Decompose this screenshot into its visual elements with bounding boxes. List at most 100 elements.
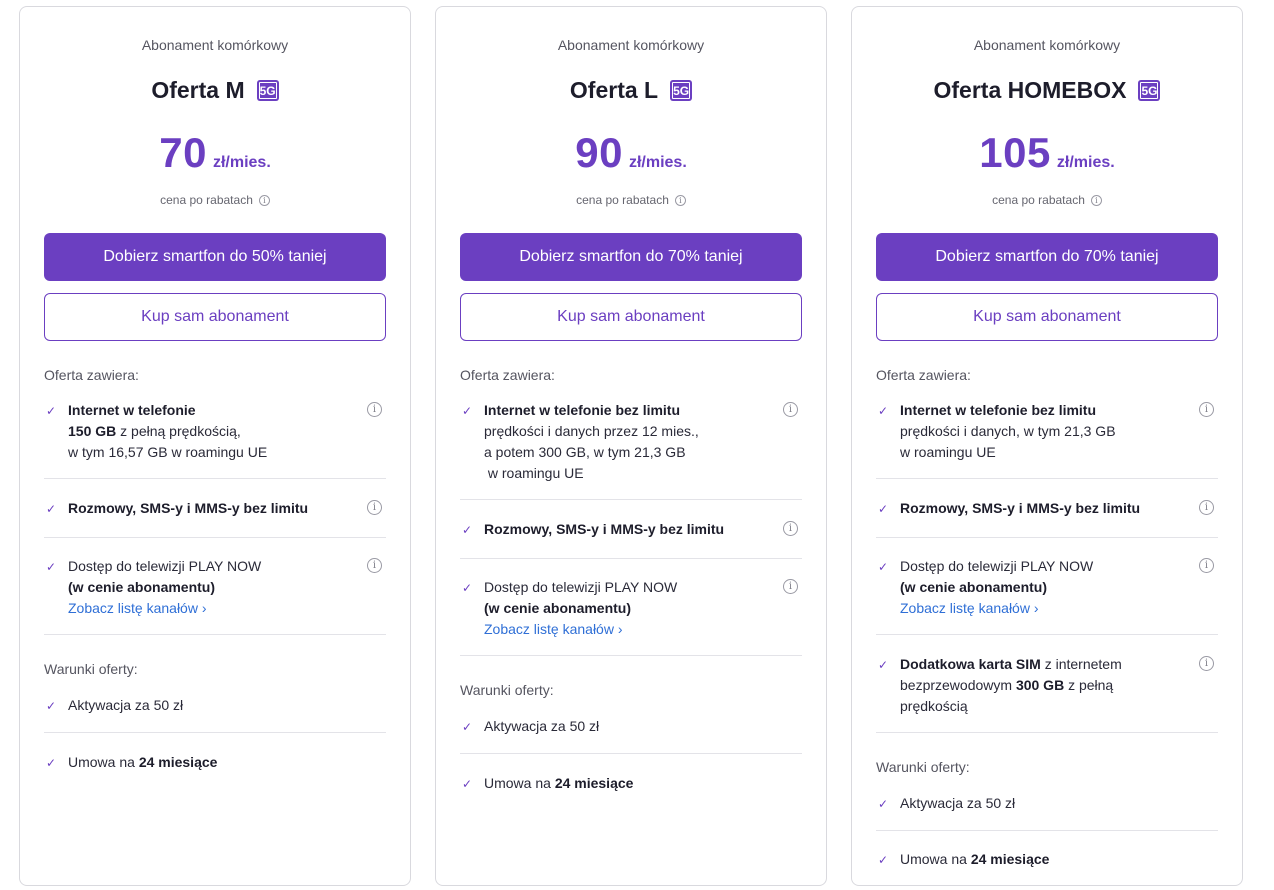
channels-link[interactable]: Zobacz listę kanałów ›: [900, 598, 1188, 619]
chevron-right-icon: ›: [201, 600, 207, 616]
includes-label: Oferta zawiera:: [44, 367, 139, 383]
check-icon: ✓: [462, 720, 473, 734]
feature-tv: ✓ Dostęp do telewizji PLAY NOW (w cenie …: [460, 577, 802, 640]
feature-internet-line3: a potem 300 GB, w tym 21,3 GB: [484, 444, 686, 460]
buy-plan-only-button[interactable]: Kup sam abonament: [460, 293, 802, 341]
check-icon: ✓: [46, 756, 57, 770]
feature-tv-title: Dostęp do telewizji PLAY NOW: [900, 558, 1094, 574]
info-icon[interactable]: i: [367, 558, 382, 573]
feature-calls: ✓ Rozmowy, SMS-y i MMS-y bez limitu i: [460, 519, 802, 540]
divider: [876, 830, 1218, 831]
feature-sim-data: 300 GB: [1015, 677, 1065, 693]
term-contract: ✓ Umowa na 24 miesiące: [44, 752, 386, 773]
offer-card-l: Abonament komórkowy Oferta L 5G 90 zł/mi…: [435, 6, 827, 886]
chevron-right-icon: ›: [1033, 600, 1039, 616]
buy-plan-only-button[interactable]: Kup sam abonament: [44, 293, 386, 341]
feature-internet-title: Internet w telefonie bez limitu: [484, 402, 681, 418]
price-unit: zł/mies.: [1056, 154, 1115, 171]
feature-sim-title: Dodatkowa karta SIM: [900, 656, 1041, 672]
info-icon[interactable]: i: [1199, 402, 1214, 417]
channels-link[interactable]: Zobacz listę kanałów ›: [484, 619, 772, 640]
offers-container: Abonament komórkowy Oferta M 5G 70 zł/mi…: [0, 0, 1274, 890]
feature-tv-included: (w cenie abonamentu): [900, 579, 1048, 595]
feature-extra-sim: ✓ Dodatkowa karta SIM z internetem bezpr…: [876, 654, 1218, 717]
offer-subtitle: Abonament komórkowy: [557, 37, 705, 53]
term-contract: ✓ Umowa na 24 miesiące: [876, 849, 1218, 870]
contract-duration: 24 miesiące: [138, 754, 218, 770]
info-icon[interactable]: i: [674, 194, 686, 206]
price-unit: zł/mies.: [628, 154, 687, 171]
check-icon: ✓: [46, 699, 57, 713]
feature-internet: ✓ Internet w telefonie 150 GB z pełną pr…: [44, 400, 386, 463]
check-icon: ✓: [878, 853, 889, 867]
check-icon: ✓: [46, 560, 57, 574]
feature-calls-text: Rozmowy, SMS-y i MMS-y bez limitu: [68, 500, 309, 516]
price-note-text: cena po rabatach: [160, 193, 253, 207]
check-icon: ✓: [462, 404, 473, 418]
price-value: 70: [159, 129, 207, 176]
feature-calls-text: Rozmowy, SMS-y i MMS-y bez limitu: [484, 521, 725, 537]
info-icon[interactable]: i: [1090, 194, 1102, 206]
price-row: 90 zł/mies.: [460, 129, 802, 177]
info-icon[interactable]: i: [783, 402, 798, 417]
divider: [460, 655, 802, 656]
channels-link[interactable]: Zobacz listę kanałów ›: [68, 598, 356, 619]
feature-internet-title: Internet w telefonie bez limitu: [900, 402, 1097, 418]
feature-tv-title: Dostęp do telewizji PLAY NOW: [484, 579, 678, 595]
feature-internet-roaming: w tym 16,57 GB w roamingu UE: [68, 444, 268, 460]
includes-label: Oferta zawiera:: [876, 367, 971, 383]
price-note: cena po rabatach i: [460, 193, 802, 207]
feature-internet-line3: w roamingu UE: [900, 444, 996, 460]
feature-tv: ✓ Dostęp do telewizji PLAY NOW (w cenie …: [44, 556, 386, 619]
terms-label: Warunki oferty:: [44, 661, 138, 677]
offer-title: Oferta L: [569, 77, 659, 103]
info-icon[interactable]: i: [258, 194, 270, 206]
channels-link-text: Zobacz listę kanałów: [900, 600, 1030, 616]
divider: [44, 537, 386, 538]
info-icon[interactable]: i: [783, 521, 798, 536]
includes-label: Oferta zawiera:: [460, 367, 555, 383]
choose-smartphone-button[interactable]: Dobierz smartfon do 50% taniej: [44, 233, 386, 281]
choose-smartphone-button[interactable]: Dobierz smartfon do 70% taniej: [460, 233, 802, 281]
divider: [44, 634, 386, 635]
feature-tv-included: (w cenie abonamentu): [484, 600, 632, 616]
check-icon: ✓: [46, 404, 57, 418]
check-icon: ✓: [462, 523, 473, 537]
feature-internet-speed: z pełną prędkością,: [116, 423, 241, 439]
feature-calls: ✓ Rozmowy, SMS-y i MMS-y bez limitu i: [876, 498, 1218, 519]
price-unit: zł/mies.: [212, 154, 271, 171]
channels-link-text: Zobacz listę kanałów: [484, 621, 614, 637]
price-note: cena po rabatach i: [876, 193, 1218, 207]
divider: [460, 558, 802, 559]
price-value: 90: [575, 129, 623, 176]
check-icon: ✓: [878, 658, 889, 672]
feature-tv-title: Dostęp do telewizji PLAY NOW: [68, 558, 262, 574]
contract-prefix: Umowa na: [484, 775, 555, 791]
feature-internet: ✓ Internet w telefonie bez limitu prędko…: [460, 400, 802, 484]
divider: [876, 478, 1218, 479]
buy-plan-only-button[interactable]: Kup sam abonament: [876, 293, 1218, 341]
info-icon[interactable]: i: [367, 500, 382, 515]
divider: [460, 753, 802, 754]
feature-tv: ✓ Dostęp do telewizji PLAY NOW (w cenie …: [876, 556, 1218, 619]
check-icon: ✓: [878, 404, 889, 418]
activation-text: Aktywacja za 50 zł: [900, 795, 1016, 811]
offer-title-row: Oferta M 5G: [44, 77, 386, 104]
info-icon[interactable]: i: [1199, 500, 1214, 515]
info-icon[interactable]: i: [783, 579, 798, 594]
offer-subtitle: Abonament komórkowy: [973, 37, 1121, 53]
terms-label: Warunki oferty:: [460, 682, 554, 698]
contract-prefix: Umowa na: [900, 851, 971, 867]
choose-smartphone-button[interactable]: Dobierz smartfon do 70% taniej: [876, 233, 1218, 281]
activation-text: Aktywacja za 50 zł: [68, 697, 184, 713]
offer-card-m: Abonament komórkowy Oferta M 5G 70 zł/mi…: [19, 6, 411, 886]
offer-subtitle: Abonament komórkowy: [141, 37, 289, 53]
info-icon[interactable]: i: [367, 402, 382, 417]
info-icon[interactable]: i: [1199, 656, 1214, 671]
divider: [876, 537, 1218, 538]
term-activation: ✓ Aktywacja za 50 zł: [876, 793, 1218, 814]
info-icon[interactable]: i: [1199, 558, 1214, 573]
offer-title: Oferta M: [151, 77, 245, 103]
price-note: cena po rabatach i: [44, 193, 386, 207]
divider: [876, 732, 1218, 733]
